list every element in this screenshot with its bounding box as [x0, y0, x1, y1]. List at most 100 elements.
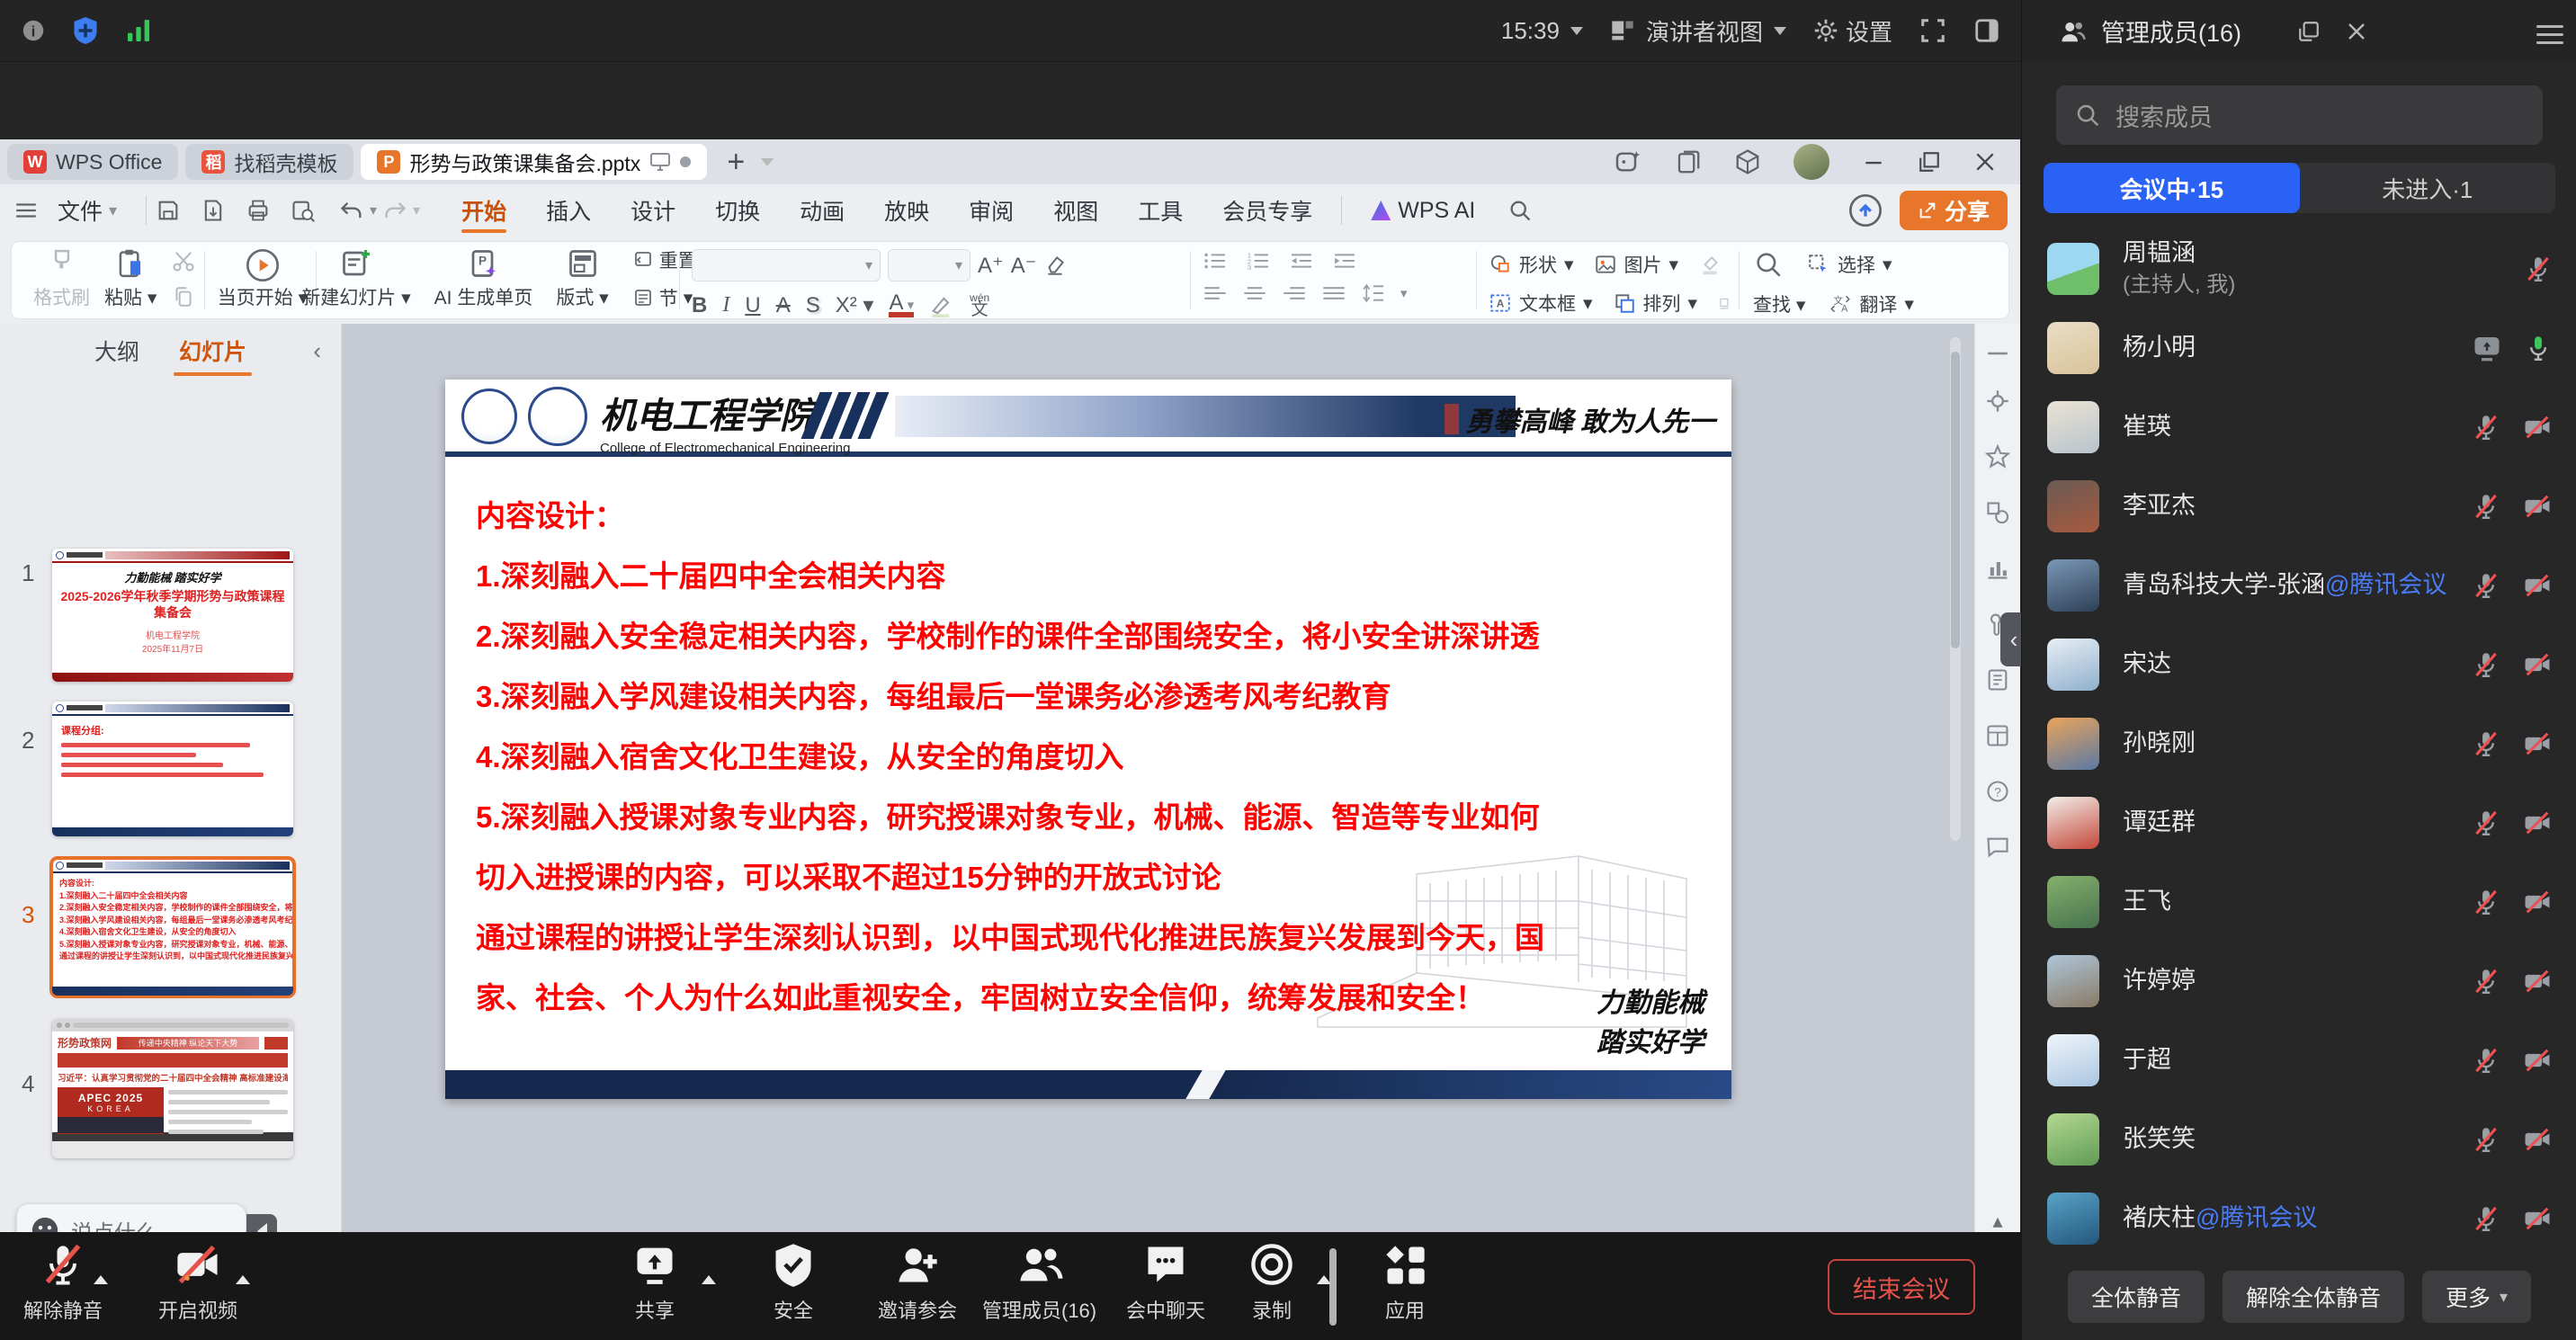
member-row[interactable]: 张笑笑	[2022, 1100, 2576, 1179]
shapes-panel-icon[interactable]	[1985, 500, 2010, 525]
align-right-icon[interactable]	[1282, 284, 1307, 302]
find-button[interactable]: 查找 ▾	[1753, 290, 1805, 317]
increase-font-button[interactable]: A⁺	[978, 253, 1004, 279]
view-mode-selector[interactable]: 演讲者视图	[1610, 14, 1786, 48]
mic-on-icon[interactable]	[2523, 333, 2554, 363]
new-tab-button[interactable]: +	[727, 145, 745, 180]
layout-button[interactable]: 版式 ▾	[556, 242, 608, 310]
apps-button[interactable]: 应用	[1382, 1241, 1428, 1324]
mic-muted-icon[interactable]	[2471, 1124, 2501, 1155]
member-row[interactable]: 崔瑛	[2022, 388, 2576, 467]
chart-panel-icon[interactable]	[1985, 556, 2010, 581]
end-meeting-button[interactable]: 结束会议	[1828, 1259, 1975, 1315]
arrange-button[interactable]: 排列 ▾	[1613, 290, 1698, 317]
info-icon[interactable]: i	[20, 17, 47, 44]
more-button[interactable]: 更多▾	[2422, 1271, 2531, 1323]
member-row[interactable]: 褚庆柱@腾讯会议	[2022, 1179, 2576, 1255]
mute-all-button[interactable]: 全体静音	[2068, 1271, 2205, 1323]
menu-search-icon[interactable]	[1507, 198, 1533, 223]
tab-docer-templates[interactable]: 稻 找稻壳模板	[185, 144, 353, 180]
mic-muted-icon[interactable]	[2471, 1203, 2501, 1234]
current-slide[interactable]: 机电工程学院 College of Electromechanical Engi…	[445, 380, 1731, 1099]
tab-slides[interactable]: 幻灯片	[179, 335, 246, 367]
strikethrough-button[interactable]: A	[776, 293, 791, 318]
close-panel-icon[interactable]	[2346, 21, 2367, 42]
account-avatar[interactable]	[1793, 144, 1829, 180]
align-center-icon[interactable]	[1242, 284, 1267, 302]
unmute-button[interactable]: 解除静音	[23, 1241, 103, 1324]
undo-icon[interactable]	[339, 199, 364, 222]
textbox-button[interactable]: A文本框 ▾	[1489, 290, 1593, 317]
collapse-strip-icon[interactable]	[1986, 349, 2009, 358]
mic-options-caret[interactable]	[94, 1275, 108, 1284]
camera-muted-icon[interactable]	[2521, 887, 2554, 917]
camera-muted-icon[interactable]	[2521, 1203, 2554, 1234]
tab-presentation-document[interactable]: P 形势与政策课集备会.pptx	[361, 144, 707, 180]
cube-icon[interactable]	[1734, 147, 1761, 176]
decrease-font-button[interactable]: A⁻	[1011, 253, 1037, 279]
member-row[interactable]: 于超	[2022, 1021, 2576, 1100]
menu-home[interactable]: 开始	[442, 184, 526, 237]
shadow-button[interactable]: S	[806, 293, 820, 318]
font-size-select[interactable]: ▾	[888, 249, 970, 281]
dock-scroll-handle[interactable]	[1329, 1248, 1337, 1326]
share-button[interactable]: 分享	[1900, 191, 2008, 230]
print-icon[interactable]	[246, 198, 271, 223]
print-preview-icon[interactable]	[291, 198, 316, 223]
phonetic-guide-button[interactable]: wén文	[970, 294, 989, 317]
meeting-time[interactable]: 15:39	[1501, 17, 1583, 45]
mic-muted-icon[interactable]	[2471, 966, 2501, 996]
clear-format-icon[interactable]	[1043, 254, 1067, 277]
new-slide-button[interactable]: 新建幻灯片 ▾	[301, 242, 410, 310]
member-row-host[interactable]: 周韫涵(主持人, 我)	[2022, 229, 2576, 308]
mic-muted-icon[interactable]	[2471, 570, 2501, 601]
member-row[interactable]: 王飞	[2022, 862, 2576, 942]
member-row[interactable]: 杨小明	[2022, 308, 2576, 388]
tab-outline[interactable]: 大纲	[94, 335, 139, 367]
prev-slide-button[interactable]: ▴	[1992, 1210, 2002, 1233]
select-button[interactable]: 选择 ▾	[1807, 251, 1892, 278]
start-video-button[interactable]: 开启视频	[158, 1241, 237, 1324]
redo-icon[interactable]	[382, 199, 407, 222]
menu-animation[interactable]: 动画	[780, 184, 864, 237]
effects-star-icon[interactable]	[1985, 444, 2010, 469]
settings-button[interactable]: 设置	[1813, 14, 1892, 48]
editor-canvas[interactable]: 机电工程学院 College of Electromechanical Engi…	[342, 324, 1974, 1296]
menu-review[interactable]: 审阅	[949, 184, 1033, 237]
invite-button[interactable]: 邀请参会	[878, 1241, 957, 1324]
underline-button[interactable]: U	[745, 293, 760, 318]
fullscreen-icon[interactable]	[1919, 17, 1946, 44]
video-options-caret[interactable]	[236, 1275, 250, 1284]
share-options-caret[interactable]	[702, 1275, 716, 1284]
output-icon[interactable]	[201, 198, 226, 223]
sharing-screen-icon[interactable]	[2471, 332, 2503, 364]
justify-icon[interactable]	[1321, 284, 1346, 302]
picture-button[interactable]: 图片 ▾	[1594, 251, 1679, 278]
find-search-icon[interactable]	[1753, 249, 1784, 280]
member-row[interactable]: 李亚杰	[2022, 467, 2576, 546]
highlight-color-icon[interactable]	[929, 294, 954, 317]
member-row[interactable]: 宋达	[2022, 625, 2576, 704]
outline-color-icon[interactable]	[1717, 291, 1731, 315]
menu-slideshow[interactable]: 放映	[864, 184, 949, 237]
mic-muted-icon[interactable]	[2471, 728, 2501, 759]
camera-muted-icon[interactable]	[2521, 412, 2554, 442]
network-signal-icon[interactable]	[124, 17, 153, 44]
mic-muted-icon[interactable]	[2471, 1045, 2501, 1076]
document-panel-icon[interactable]	[1985, 667, 2010, 692]
slide-thumbnail-3-selected[interactable]: 内容设计: 1.深刻融入二十届四中全会相关内容 2.深刻融入安全稳定相关内容，学…	[52, 859, 293, 996]
line-spacing-icon[interactable]	[1361, 283, 1386, 303]
menu-tools[interactable]: 工具	[1118, 184, 1203, 237]
section-button[interactable]: 节 ▾	[632, 284, 693, 311]
italic-button[interactable]: I	[722, 293, 729, 317]
menu-member[interactable]: 会员专享	[1203, 184, 1332, 237]
mic-muted-icon[interactable]	[2523, 254, 2554, 284]
tab-not-joined[interactable]: 未进入·1	[2300, 163, 2556, 213]
documents-icon[interactable]	[1675, 147, 1702, 176]
layout-panel-icon[interactable]	[1985, 723, 2010, 748]
camera-muted-icon[interactable]	[2521, 808, 2554, 838]
numbered-list-icon[interactable]: 123	[1246, 251, 1271, 271]
close-window-icon[interactable]	[1973, 150, 1997, 174]
chat-button[interactable]: 会中聊天	[1126, 1241, 1205, 1324]
protection-shield-icon[interactable]	[72, 15, 99, 46]
